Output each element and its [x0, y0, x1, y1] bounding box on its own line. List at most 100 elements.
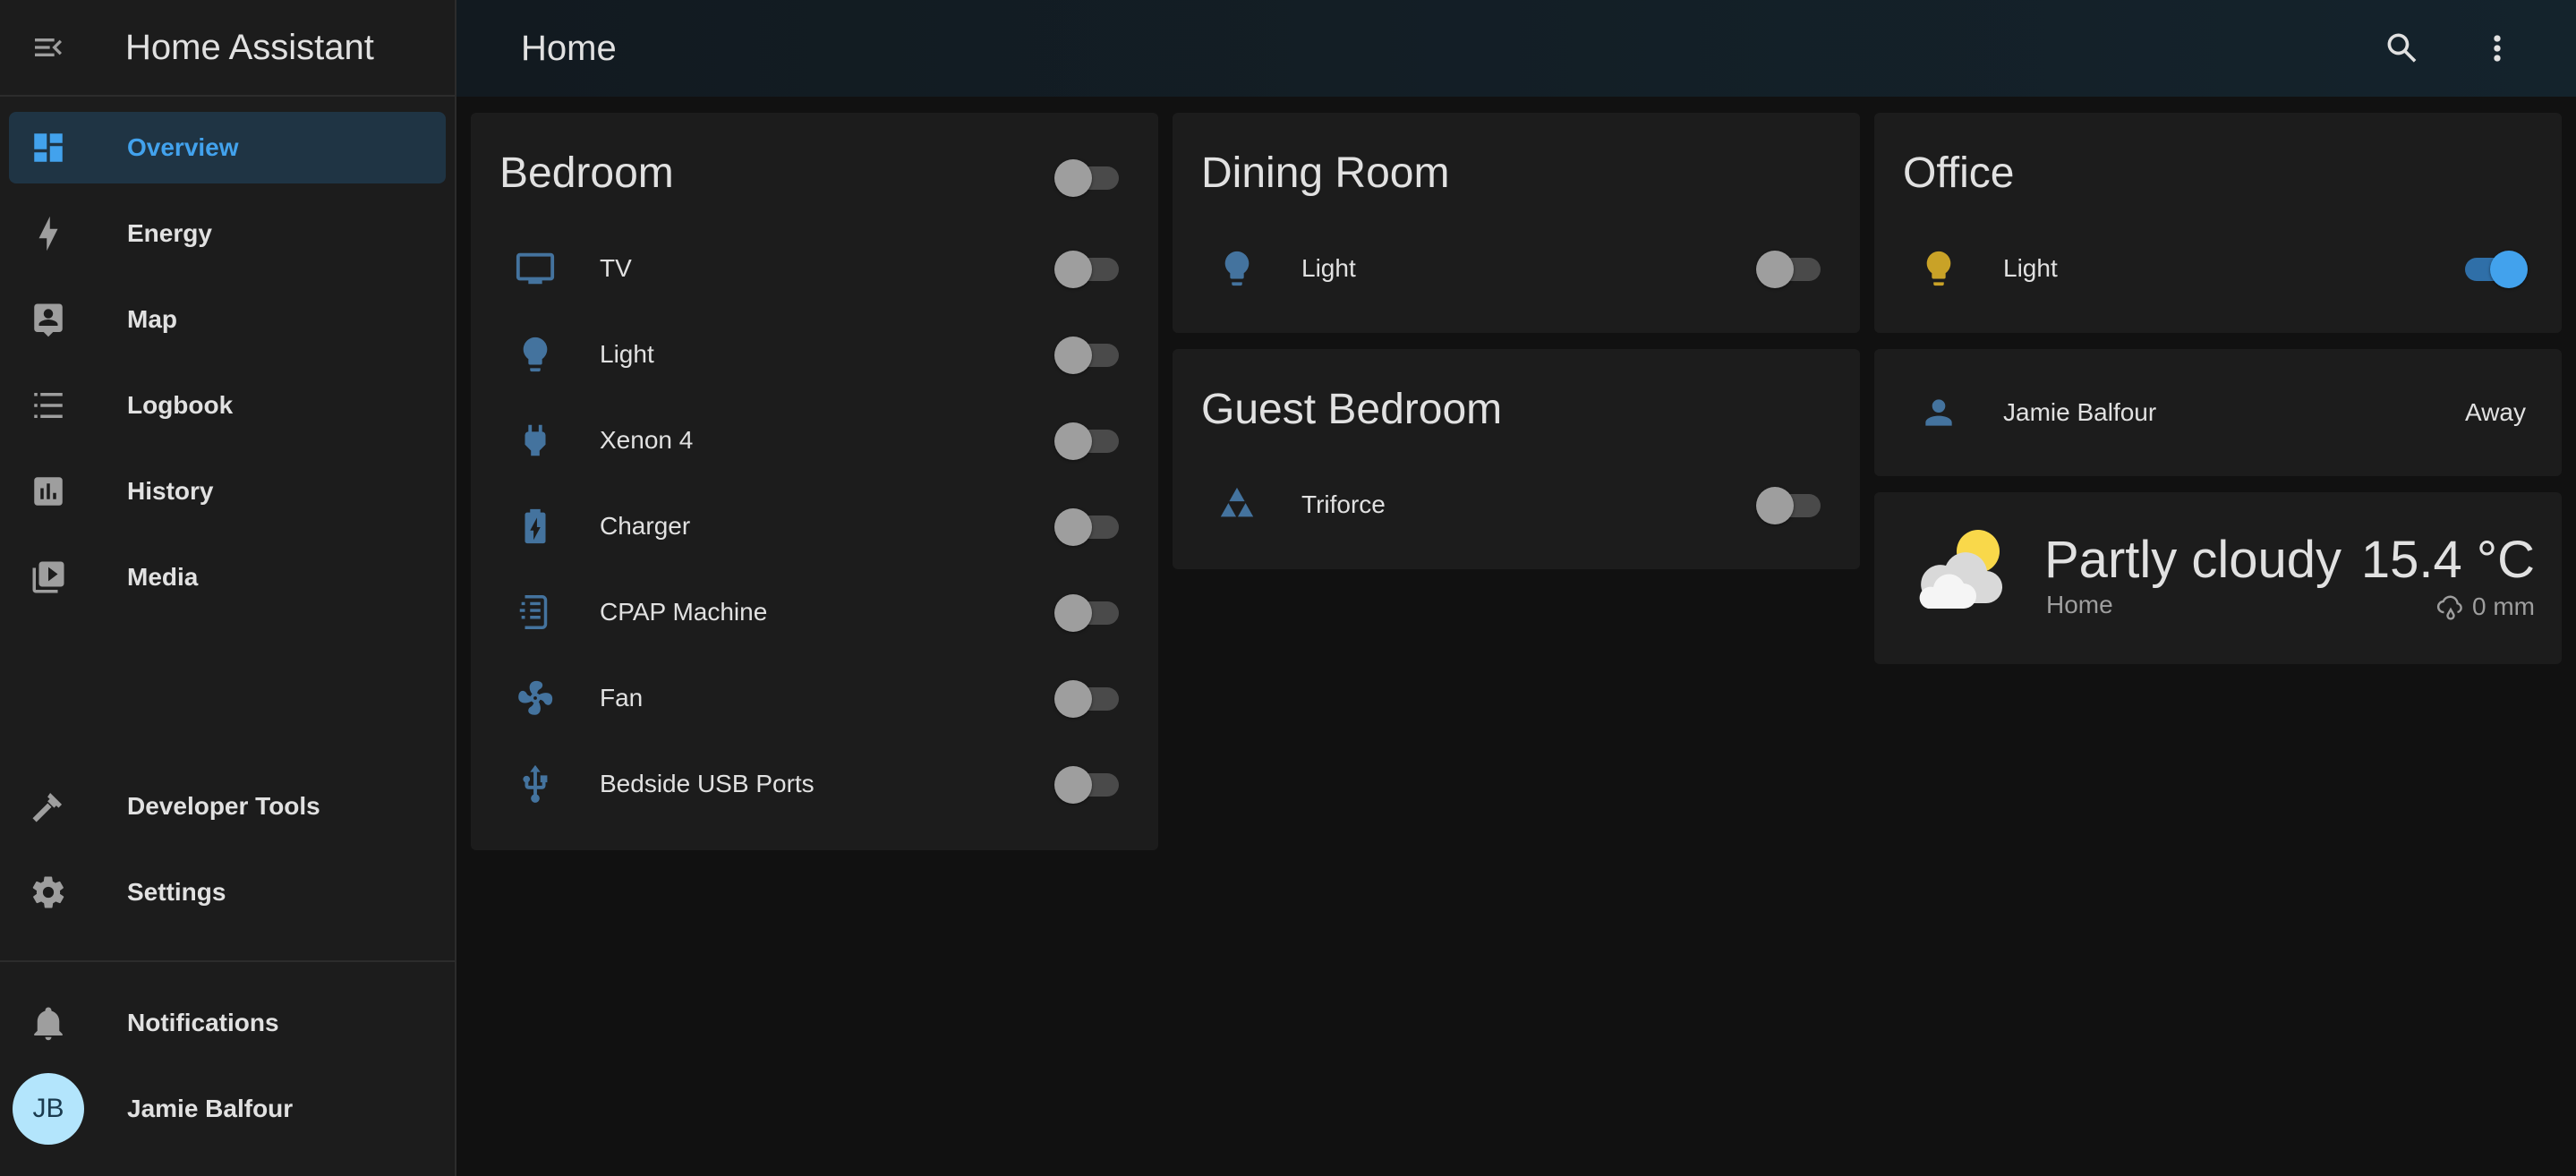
television-icon	[516, 252, 555, 285]
logbook-icon	[34, 393, 63, 418]
menu-collapse-button[interactable]	[0, 0, 97, 96]
sidebar-item-settings[interactable]: Settings	[9, 856, 446, 928]
entity-toggle[interactable]	[1054, 335, 1122, 374]
weather-location: Home	[2046, 591, 2113, 618]
user-name: Jamie Balfour	[127, 1095, 294, 1122]
sidebar-divider	[0, 960, 455, 962]
hammer-icon	[32, 792, 63, 822]
entity-toggle[interactable]	[1054, 421, 1122, 460]
avatar: JB	[13, 1073, 84, 1145]
search-button[interactable]	[2377, 23, 2427, 73]
card-dining-room: Dining Room Light	[1173, 113, 1860, 333]
media-play-icon	[32, 561, 64, 593]
entity-row-xenon[interactable]: Xenon 4	[499, 405, 1122, 476]
lightbulb-icon	[523, 337, 548, 372]
entity-toggle[interactable]	[1756, 249, 1824, 288]
sidebar-item-label: Notifications	[127, 1009, 279, 1036]
sidebar-item-label: Logbook	[127, 391, 234, 419]
entity-toggle[interactable]	[1756, 485, 1824, 524]
entity-row-light[interactable]: Light	[1903, 233, 2528, 304]
power-plug-icon	[525, 424, 546, 456]
lightbulb-icon	[1926, 251, 1951, 286]
rain-cloud-icon	[2436, 595, 2462, 620]
sidebar-item-label: Overview	[127, 133, 239, 161]
entity-row-fan[interactable]: Fan	[499, 662, 1122, 734]
entity-name: Triforce	[1301, 490, 1386, 518]
app-title: Home Assistant	[125, 27, 374, 67]
sidebar-item-history[interactable]: History	[9, 456, 446, 527]
sidebar-item-label: Developer Tools	[127, 792, 320, 820]
air-filter-icon	[519, 595, 548, 629]
entity-toggle[interactable]	[2458, 249, 2528, 288]
sidebar-header: Home Assistant	[0, 0, 455, 97]
entity-row-charger[interactable]: Charger	[499, 490, 1122, 562]
weather-state: Partly cloudy	[2044, 531, 2342, 589]
entity-name: Bedside USB Ports	[600, 770, 815, 797]
menu-collapse-icon	[35, 38, 62, 56]
sidebar: Home Assistant Overview Energy Map Logbo…	[0, 0, 456, 1176]
entity-row-tv[interactable]: TV	[499, 233, 1122, 304]
entity-toggle[interactable]	[1054, 507, 1122, 546]
triforce-icon	[1220, 487, 1254, 517]
sidebar-item-user[interactable]: JB Jamie Balfour	[9, 1073, 446, 1145]
usb-icon	[523, 764, 548, 803]
card-person[interactable]: Jamie Balfour Away	[1874, 349, 2562, 476]
sidebar-item-label: Settings	[127, 878, 226, 906]
more-vertical-icon	[2494, 35, 2501, 62]
entity-row-light[interactable]: Light	[499, 319, 1122, 390]
sidebar-item-media[interactable]: Media	[9, 541, 446, 613]
lightning-icon	[38, 216, 58, 251]
entity-toggle[interactable]	[1054, 678, 1122, 718]
entity-name: CPAP Machine	[600, 598, 768, 626]
top-bar: Home	[456, 0, 2576, 97]
sidebar-item-overview[interactable]: Overview	[9, 112, 446, 183]
card-office: Office Light	[1874, 113, 2562, 333]
overview-icon	[34, 133, 63, 162]
entity-toggle[interactable]	[1054, 249, 1122, 288]
card-title: Guest Bedroom	[1201, 386, 1503, 433]
person-name: Jamie Balfour	[2003, 398, 2157, 426]
person-state: Away	[2465, 398, 2526, 426]
sidebar-item-developer-tools[interactable]: Developer Tools	[9, 771, 446, 842]
sidebar-item-label: Map	[127, 305, 177, 333]
entity-toggle[interactable]	[1054, 764, 1122, 804]
bedroom-header-toggle[interactable]	[1054, 158, 1122, 197]
lightbulb-icon	[1224, 251, 1250, 286]
entity-name: Light	[2003, 254, 2058, 282]
partly-cloudy-icon	[1919, 530, 2003, 609]
entity-name: Light	[1301, 254, 1356, 282]
battery-charging-icon	[525, 508, 546, 544]
entity-row-person[interactable]: Jamie Balfour Away	[1903, 377, 2526, 448]
sidebar-item-label: Media	[127, 563, 199, 591]
entity-toggle[interactable]	[1054, 592, 1122, 632]
gear-icon	[32, 876, 64, 908]
card-weather[interactable]: Partly cloudy Home 15.4 °C 0 mm	[1874, 492, 2562, 664]
entity-row-light[interactable]: Light	[1201, 233, 1824, 304]
entity-name: Fan	[600, 684, 644, 712]
card-bedroom: Bedroom TV Light Xenon 4 Charger CPAP Ma…	[471, 113, 1158, 850]
entity-name: Light	[600, 340, 654, 368]
map-account-icon	[34, 303, 63, 337]
sidebar-item-logbook[interactable]: Logbook	[9, 370, 446, 441]
entity-name: Charger	[600, 512, 691, 540]
entity-row-triforce[interactable]: Triforce	[1201, 469, 1824, 541]
entity-row-usb[interactable]: Bedside USB Ports	[499, 748, 1122, 820]
weather-temperature: 15.4 °C	[2360, 531, 2535, 589]
card-title: Office	[1903, 149, 2015, 197]
weather-precipitation-value: 0 mm	[2472, 592, 2535, 620]
search-icon	[2387, 33, 2417, 63]
sidebar-item-label: Energy	[127, 219, 212, 247]
fan-icon	[518, 680, 553, 715]
card-guest-bedroom: Guest Bedroom Triforce	[1173, 349, 1860, 569]
entity-row-cpap[interactable]: CPAP Machine	[499, 576, 1122, 648]
entity-name: TV	[600, 254, 632, 282]
page-title: Home	[521, 28, 617, 68]
entity-name: Xenon 4	[600, 426, 694, 454]
sidebar-item-map[interactable]: Map	[9, 284, 446, 355]
sidebar-item-notifications[interactable]: Notifications	[9, 987, 446, 1059]
history-chart-icon	[34, 477, 63, 506]
bell-icon	[34, 1007, 63, 1041]
overflow-menu-button[interactable]	[2472, 23, 2522, 73]
card-title: Bedroom	[499, 149, 674, 197]
sidebar-item-energy[interactable]: Energy	[9, 198, 446, 269]
